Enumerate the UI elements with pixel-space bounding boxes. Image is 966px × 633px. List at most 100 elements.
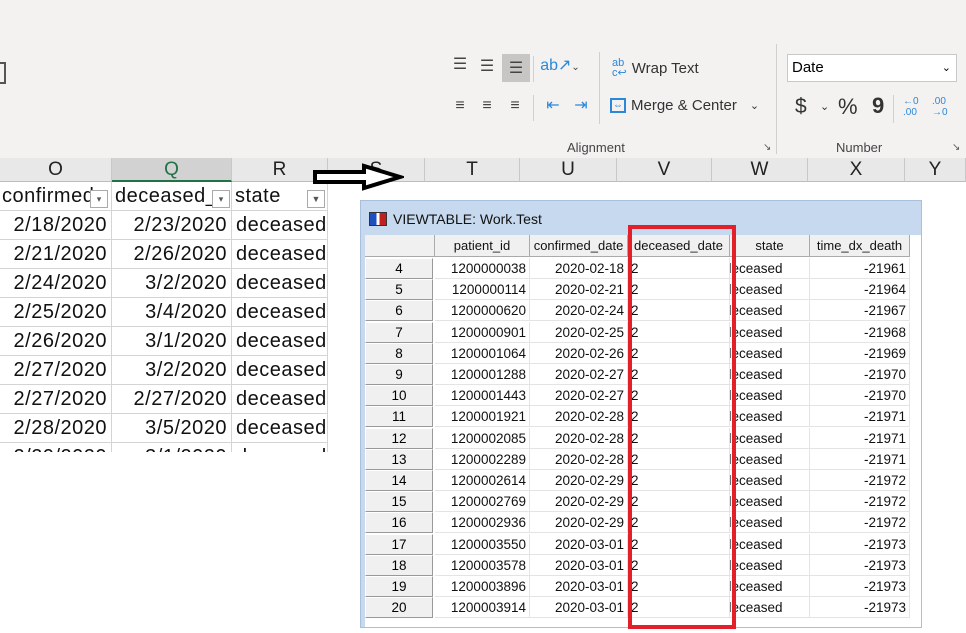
decrease-indent-icon[interactable]: ⇤ <box>542 96 564 116</box>
decrease-decimal-button[interactable]: .00 →0 <box>932 96 956 118</box>
table-cell[interactable]: 1200002085 <box>435 427 530 449</box>
dialog-launcher-icon[interactable]: ↘ <box>763 142 771 153</box>
column-header-confirmed-date[interactable]: confirmed_date <box>530 235 628 257</box>
table-cell[interactable]: -21972 <box>810 491 910 513</box>
row-header[interactable]: 4 <box>365 258 433 279</box>
table-cell[interactable]: deceased <box>730 597 810 619</box>
table-cell[interactable]: 2020-03-01 <box>530 554 628 576</box>
table-cell[interactable]: 1200002769 <box>435 491 530 513</box>
excel-cell[interactable]: 2/27/2020 <box>112 385 232 414</box>
table-cell[interactable]: 1200003914 <box>435 597 530 619</box>
align-right-icon[interactable]: ≡ <box>505 96 525 116</box>
table-cell[interactable]: -21973 <box>810 554 910 576</box>
column-header-v[interactable]: V <box>617 158 712 182</box>
table-cell[interactable]: 2020-02-28 <box>530 427 628 449</box>
filter-dropdown-icon[interactable]: ▾ <box>90 190 108 208</box>
column-header-w[interactable]: W <box>712 158 808 182</box>
excel-cell[interactable]: 2/26/2020 <box>0 327 112 356</box>
align-center-icon[interactable]: ≡ <box>477 96 497 116</box>
excel-cell[interactable]: deceased <box>232 211 328 240</box>
table-cell[interactable]: 1200001288 <box>435 364 530 385</box>
chevron-down-icon[interactable]: ⌄ <box>820 100 829 113</box>
table-cell[interactable]: 2020-03-01 <box>530 597 628 619</box>
table-cell[interactable]: -21973 <box>810 533 910 555</box>
table-cell[interactable]: 2020-03-01 <box>530 533 628 555</box>
table-cell[interactable]: -21971 <box>810 406 910 428</box>
table-cell[interactable]: deceased <box>730 364 810 385</box>
excel-cell[interactable]: 2/24/2020 <box>0 269 112 298</box>
column-header-u[interactable]: U <box>520 158 617 182</box>
filter-active-icon[interactable]: ▼ <box>307 190 325 208</box>
table-cell[interactable]: 2020-02-29 <box>530 512 628 534</box>
column-header-state[interactable]: state <box>730 235 810 257</box>
row-header[interactable]: 7 <box>365 321 433 343</box>
table-cell[interactable]: -21971 <box>810 448 910 470</box>
table-cell[interactable]: 1200002614 <box>435 470 530 491</box>
column-header-x[interactable]: X <box>808 158 905 182</box>
excel-cell[interactable]: 2/23/2020 <box>112 211 232 240</box>
row-header[interactable]: 17 <box>365 533 433 555</box>
align-top-icon[interactable]: ☰ <box>450 55 470 75</box>
table-cell[interactable]: deceased <box>730 554 810 576</box>
excel-cell[interactable]: deceased <box>232 443 328 452</box>
excel-cell[interactable]: 2/21/2020 <box>0 240 112 269</box>
table-cell[interactable]: deceased <box>730 385 810 407</box>
column-header-t[interactable]: T <box>425 158 520 182</box>
row-header[interactable]: 6 <box>365 300 433 322</box>
excel-cell[interactable]: 2/27/2020 <box>0 356 112 385</box>
excel-cell[interactable]: 2/28/2020 <box>0 414 112 443</box>
excel-cell[interactable]: deceased <box>232 269 328 298</box>
table-cell[interactable]: 2020-02-24 <box>530 300 628 322</box>
excel-cell[interactable]: deceased <box>232 356 328 385</box>
dialog-launcher-icon[interactable]: ↘ <box>952 142 960 153</box>
filter-dropdown-icon[interactable]: ▾ <box>212 190 230 208</box>
table-cell[interactable]: 1200000620 <box>435 300 530 322</box>
table-cell[interactable]: 2020-02-29 <box>530 470 628 491</box>
row-header[interactable]: 18 <box>365 554 433 576</box>
table-cell[interactable]: -21969 <box>810 342 910 364</box>
align-left-icon[interactable]: ≡ <box>450 96 470 116</box>
table-cell[interactable]: 2020-03-01 <box>530 576 628 597</box>
column-header-y[interactable]: Y <box>905 158 966 182</box>
table-cell[interactable]: -21964 <box>810 279 910 301</box>
excel-cell[interactable]: deceased <box>232 298 328 327</box>
excel-cell[interactable]: 2/29/2020 <box>0 443 112 452</box>
excel-cell[interactable]: 3/2/2020 <box>112 356 232 385</box>
column-header-q[interactable]: Q <box>112 158 232 182</box>
increase-decimal-button[interactable]: ←0 .00 <box>903 96 927 118</box>
table-cell[interactable]: -21973 <box>810 576 910 597</box>
excel-cell[interactable]: deceased <box>232 385 328 414</box>
row-header[interactable]: 10 <box>365 385 433 407</box>
row-header[interactable]: 16 <box>365 512 433 534</box>
table-cell[interactable]: 2020-02-28 <box>530 448 628 470</box>
increase-indent-icon[interactable]: ⇥ <box>570 96 592 116</box>
comma-style-button[interactable]: 9 <box>872 93 884 119</box>
table-cell[interactable]: 1200001443 <box>435 385 530 407</box>
row-header[interactable]: 20 <box>365 597 433 619</box>
row-header[interactable]: 8 <box>365 342 433 364</box>
currency-button[interactable]: $ <box>795 95 807 119</box>
excel-cell[interactable]: 2/27/2020 <box>0 385 112 414</box>
table-cell[interactable]: -21968 <box>810 321 910 343</box>
orientation-icon[interactable]: ab↗⌄ <box>540 56 580 78</box>
wrap-text-button[interactable]: ab c↩ Wrap Text <box>612 58 699 79</box>
column-header-time-dx-death[interactable]: time_dx_death <box>810 235 910 257</box>
table-cell[interactable]: 2020-02-21 <box>530 279 628 301</box>
table-cell[interactable]: deceased <box>730 576 810 597</box>
table-cell[interactable]: deceased <box>730 258 810 279</box>
row-header[interactable]: 12 <box>365 427 433 449</box>
excel-cell[interactable]: deceased <box>232 414 328 443</box>
row-header[interactable]: 5 <box>365 279 433 301</box>
row-header[interactable]: 14 <box>365 470 433 491</box>
table-cell[interactable]: -21967 <box>810 300 910 322</box>
table-cell[interactable]: 1200001921 <box>435 406 530 428</box>
table-cell[interactable]: -21970 <box>810 364 910 385</box>
table-cell[interactable]: 2020-02-27 <box>530 364 628 385</box>
row-header[interactable]: 19 <box>365 576 433 597</box>
table-cell[interactable]: 2020-02-25 <box>530 321 628 343</box>
row-header[interactable]: 15 <box>365 491 433 513</box>
table-cell[interactable]: deceased <box>730 512 810 534</box>
table-cell[interactable]: deceased <box>730 427 810 449</box>
row-header[interactable]: 13 <box>365 448 433 470</box>
table-cell[interactable]: -21970 <box>810 385 910 407</box>
